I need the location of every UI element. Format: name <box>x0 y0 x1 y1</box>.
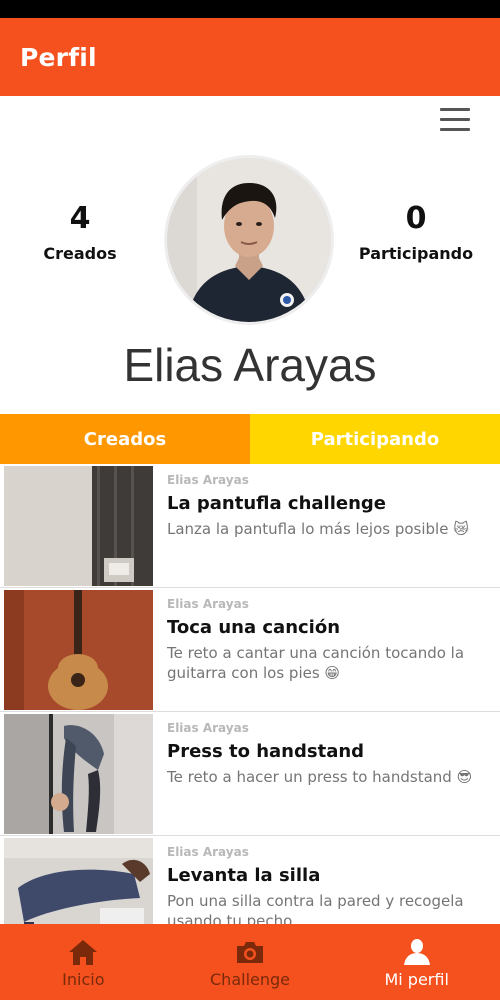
nav-home[interactable]: Inicio <box>0 924 167 1000</box>
challenge-description: Te reto a hacer un press to handstand 😎 <box>167 768 473 786</box>
avatar-image <box>167 158 331 322</box>
created-count: 4 <box>69 201 91 236</box>
challenge-text: Elias Arayas Toca una canción Te reto a … <box>167 597 492 683</box>
bottom-nav: Inicio Challenge Mi perfil <box>0 924 500 1000</box>
challenge-text: Elias Arayas Press to handstand Te reto … <box>167 721 492 787</box>
challenge-author: Elias Arayas <box>167 597 249 611</box>
menu-icon-bar <box>440 108 470 111</box>
created-label: Creados <box>43 244 117 263</box>
tab-created[interactable]: Creados <box>0 414 250 464</box>
tab-participating[interactable]: Participando <box>250 414 500 464</box>
challenge-thumbnail <box>4 590 153 710</box>
chair-thumbnail-image <box>4 838 153 924</box>
challenge-text: Elias Arayas La pantufla challenge Lanza… <box>167 473 492 539</box>
challenge-thumbnail <box>4 466 153 586</box>
guitar-thumbnail-image <box>4 590 153 710</box>
challenge-item[interactable]: Elias Arayas Toca una canción Te reto a … <box>0 588 500 712</box>
challenge-title: Levanta la silla <box>167 865 321 886</box>
tab-bar: Creados Participando <box>0 414 500 464</box>
participating-count: 0 <box>405 201 427 236</box>
created-stat: 4 Creados <box>30 200 130 263</box>
nav-challenge-label: Challenge <box>210 970 290 989</box>
challenge-item[interactable]: Elias Arayas Press to handstand Te reto … <box>0 712 500 836</box>
challenge-item[interactable]: Elias Arayas La pantufla challenge Lanza… <box>0 464 500 588</box>
person-icon <box>403 939 430 965</box>
nav-my-profile[interactable]: Mi perfil <box>333 924 500 1000</box>
challenge-item[interactable]: Elias Arayas Levanta la silla Pon una si… <box>0 836 500 924</box>
nav-home-label: Inicio <box>62 970 105 989</box>
home-icon <box>69 940 98 965</box>
nav-challenge[interactable]: Challenge <box>167 924 334 1000</box>
app-bar: Perfil <box>0 18 500 96</box>
participating-label: Participando <box>358 244 474 263</box>
challenge-title: Toca una canción <box>167 617 341 638</box>
challenge-author: Elias Arayas <box>167 845 249 859</box>
camera-icon <box>237 942 263 963</box>
slipper-thumbnail-image <box>4 466 153 586</box>
menu-icon-bar <box>440 128 470 131</box>
challenge-author: Elias Arayas <box>167 473 249 487</box>
menu-icon-bar <box>440 118 470 121</box>
challenge-thumbnail <box>4 838 153 924</box>
challenge-description: Lanza la pantufla lo más lejos posible 😿 <box>167 520 469 538</box>
challenge-title: Press to handstand <box>167 741 365 762</box>
status-bar <box>0 0 500 18</box>
challenge-title: La pantufla challenge <box>167 493 386 514</box>
app-bar-title: Perfil <box>20 42 97 72</box>
challenge-author: Elias Arayas <box>167 721 249 735</box>
profile-screen: Perfil 4 Creados 0 Participando Elias Ar… <box>0 0 500 1000</box>
menu-icon[interactable] <box>438 108 474 134</box>
profile-name: Elias Arayas <box>123 339 377 391</box>
challenge-description: Pon una silla contra la pared y recogela… <box>167 892 464 924</box>
participating-stat: 0 Participando <box>358 200 474 263</box>
challenge-list: Elias Arayas La pantufla challenge Lanza… <box>0 464 500 924</box>
challenge-description: Te reto a cantar una canción tocando la … <box>167 644 465 682</box>
nav-my-profile-label: Mi perfil <box>384 970 449 989</box>
avatar <box>164 155 334 325</box>
challenge-text: Elias Arayas Levanta la silla Pon una si… <box>167 845 492 924</box>
challenge-thumbnail <box>4 714 153 834</box>
handstand-thumbnail-image <box>4 714 153 834</box>
